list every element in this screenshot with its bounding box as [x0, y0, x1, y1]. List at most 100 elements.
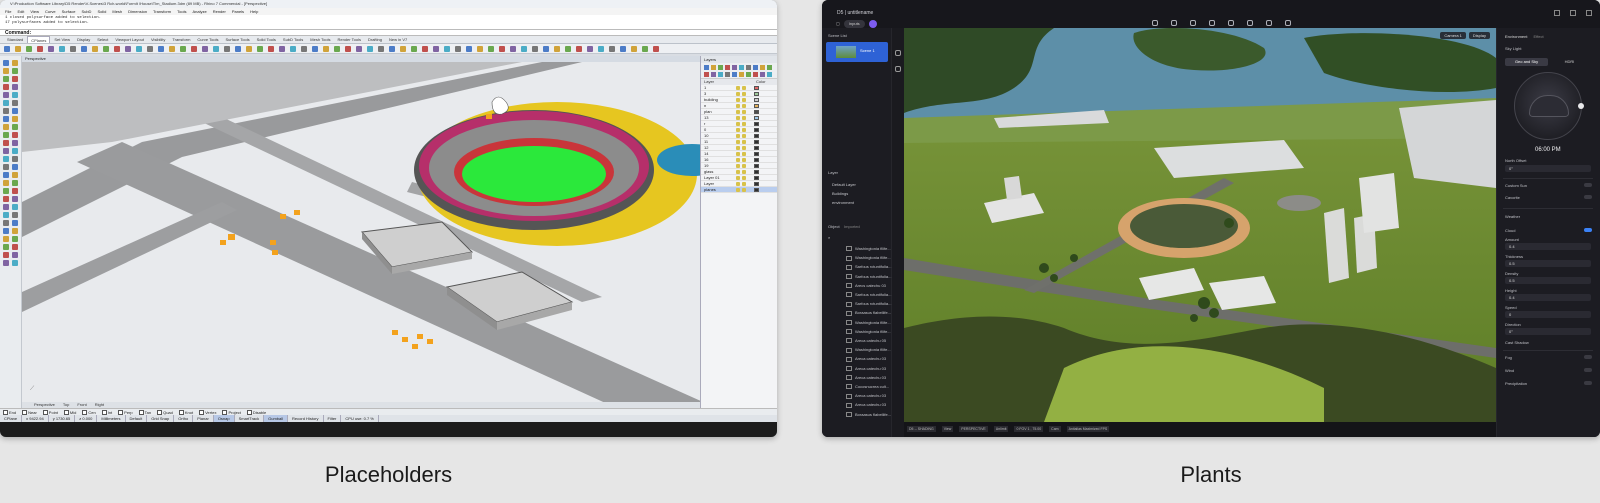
- density-field[interactable]: 0.5: [1505, 277, 1591, 284]
- toolbar-button-icon[interactable]: [587, 46, 593, 52]
- tool-icon[interactable]: [12, 204, 18, 210]
- tool-icon[interactable]: [12, 124, 18, 130]
- lock-icon[interactable]: [742, 121, 746, 126]
- object-list-item[interactable]: Areca catechu 05: [846, 338, 886, 343]
- brush-icon[interactable]: [1190, 20, 1196, 26]
- lightbulb-icon[interactable]: [736, 169, 740, 174]
- layer-color-swatch[interactable]: [754, 97, 759, 102]
- toolbar-button-icon[interactable]: [345, 46, 351, 52]
- status-item[interactable]: Grid Snap: [147, 415, 175, 422]
- wind-toggle[interactable]: [1584, 368, 1592, 372]
- tool-icon[interactable]: [12, 108, 18, 114]
- layer-color-swatch[interactable]: [754, 175, 759, 180]
- lightbulb-icon[interactable]: [736, 187, 740, 192]
- lock-icon[interactable]: [742, 187, 746, 192]
- tool-icon[interactable]: [3, 92, 9, 98]
- lock-icon[interactable]: [742, 133, 746, 138]
- tool-icon[interactable]: [12, 228, 18, 234]
- toolbar-tab[interactable]: Set View: [51, 36, 73, 43]
- tool-icon[interactable]: [3, 188, 9, 194]
- lightbulb-icon[interactable]: [736, 121, 740, 126]
- tool-icon[interactable]: [3, 172, 9, 178]
- toolbar-button-icon[interactable]: [444, 46, 450, 52]
- lock-icon[interactable]: [742, 151, 746, 156]
- amount-field[interactable]: 0.4: [1505, 243, 1591, 250]
- table-icon[interactable]: [1266, 20, 1272, 26]
- lock-icon[interactable]: [742, 91, 746, 96]
- tool-icon[interactable]: [12, 84, 18, 90]
- tool-icon[interactable]: [3, 228, 9, 234]
- toolbar-button-icon[interactable]: [125, 46, 131, 52]
- status-item[interactable]: Millimeters: [97, 415, 126, 422]
- layer-tool-icon[interactable]: [760, 65, 765, 70]
- object-list-item[interactable]: Boraasus flabellife...: [846, 310, 891, 315]
- layer-tool-icon[interactable]: [732, 72, 737, 77]
- toolbar-tab[interactable]: SubD Tools: [280, 36, 306, 43]
- lock-icon[interactable]: [742, 157, 746, 162]
- lock-icon[interactable]: [742, 103, 746, 108]
- tool-icon[interactable]: [3, 108, 9, 114]
- tool-icon[interactable]: [12, 172, 18, 178]
- object-list-item[interactable]: Areca catechu 03: [846, 366, 886, 371]
- minimize-icon[interactable]: [1554, 10, 1560, 16]
- toolbar-button-icon[interactable]: [114, 46, 120, 52]
- toolbar-tab[interactable]: CPlanes: [27, 36, 51, 43]
- dial-handle[interactable]: [1578, 103, 1584, 109]
- layer-tool-icon[interactable]: [725, 72, 730, 77]
- toolbar-tab[interactable]: Surface Tools: [222, 36, 252, 43]
- toolbar-button-icon[interactable]: [4, 46, 10, 52]
- perspective-viewport[interactable]: ⟋: [22, 62, 700, 406]
- toolbar-button-icon[interactable]: [257, 46, 263, 52]
- menu-item[interactable]: Panels: [232, 8, 244, 15]
- layer-row[interactable]: Default Layer: [832, 182, 856, 187]
- tool-icon[interactable]: [3, 204, 9, 210]
- menu-item[interactable]: Render: [213, 8, 226, 15]
- tab-environment[interactable]: Environment: [1505, 34, 1527, 39]
- rotate-icon[interactable]: [895, 66, 901, 72]
- toolbar-button-icon[interactable]: [158, 46, 164, 52]
- object-tab[interactable]: Object: [828, 224, 840, 229]
- move-icon[interactable]: [895, 50, 901, 56]
- tool-icon[interactable]: [12, 252, 18, 258]
- lock-icon[interactable]: [742, 175, 746, 180]
- layer-row[interactable]: environment: [832, 200, 854, 205]
- north-offset-field[interactable]: 0°: [1505, 165, 1591, 172]
- tool-icon[interactable]: [12, 148, 18, 154]
- status-item[interactable]: Planar: [193, 415, 214, 422]
- toolbar-button-icon[interactable]: [356, 46, 362, 52]
- object-list-item[interactable]: Sarfous rctuntifolia...: [846, 301, 891, 306]
- toolbar-button-icon[interactable]: [433, 46, 439, 52]
- toolbar-button-icon[interactable]: [312, 46, 318, 52]
- toolbar-button-icon[interactable]: [620, 46, 626, 52]
- layer-color-swatch[interactable]: [754, 139, 759, 144]
- lock-icon[interactable]: [742, 163, 746, 168]
- layer-tool-icon[interactable]: [718, 65, 723, 70]
- object-list-item[interactable]: Cocosnucrea cult...: [846, 384, 889, 389]
- cavorite-toggle[interactable]: [1584, 195, 1592, 199]
- tool-icon[interactable]: [3, 124, 9, 130]
- tool-icon[interactable]: [12, 196, 18, 202]
- status-item[interactable]: Ortho: [174, 415, 194, 422]
- status-item[interactable]: CPU use: 0.7 %: [341, 415, 379, 422]
- toolbar-button-icon[interactable]: [92, 46, 98, 52]
- toolbar-tab[interactable]: Select: [94, 36, 111, 43]
- object-list-item[interactable]: Sarfous rctuntifolia...: [846, 274, 891, 279]
- layer-color-swatch[interactable]: [754, 85, 759, 90]
- toolbar-button-icon[interactable]: [26, 46, 32, 52]
- lightbulb-icon[interactable]: [736, 151, 740, 156]
- lightbulb-icon[interactable]: [736, 175, 740, 180]
- toolbar-button-icon[interactable]: [37, 46, 43, 52]
- tool-icon[interactable]: [3, 132, 9, 138]
- tool-icon[interactable]: [12, 140, 18, 146]
- lightbulb-icon[interactable]: [736, 133, 740, 138]
- layer-color-swatch[interactable]: [754, 127, 759, 132]
- tool-icon[interactable]: [3, 68, 9, 74]
- layer-row[interactable]: Buildings: [832, 191, 848, 196]
- tool-icon[interactable]: [3, 196, 9, 202]
- toolbar-button-icon[interactable]: [202, 46, 208, 52]
- layer-color-swatch[interactable]: [754, 187, 759, 192]
- lightbulb-icon[interactable]: [736, 109, 740, 114]
- lightbulb-icon[interactable]: [736, 127, 740, 132]
- layer-tool-icon[interactable]: [718, 72, 723, 77]
- search-icon[interactable]: ⌕: [828, 235, 830, 240]
